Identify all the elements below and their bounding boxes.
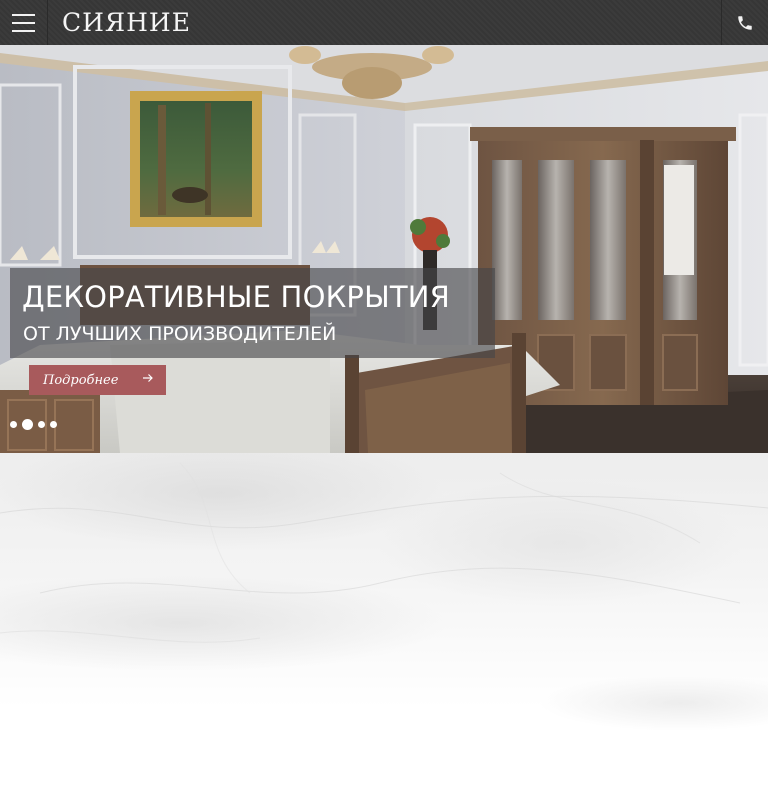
more-details-button[interactable]: Подробнее (29, 365, 166, 395)
slide-title: ДЕКОРАТИВНЫЕ ПОКРЫТИЯ (22, 280, 451, 314)
site-logo[interactable]: СИЯНИЕ (62, 0, 191, 45)
top-header: СИЯНИЕ (0, 0, 768, 45)
phone-glyph (738, 15, 752, 30)
hero-slider: ДЕКОРАТИВНЫЕ ПОКРЫТИЯ ОТ ЛУЧШИХ ПРОИЗВОД… (0, 45, 768, 453)
marble-texture-section (0, 453, 768, 793)
slide-subtitle: ОТ ЛУЧШИХ ПРОИЗВОДИТЕЛЕЙ (23, 323, 337, 345)
more-details-label: Подробнее (43, 372, 119, 388)
marble-veins (0, 462, 768, 643)
slider-dot-active[interactable] (22, 419, 33, 430)
hamburger-menu-icon[interactable] (0, 0, 48, 45)
menu-line (12, 13, 35, 16)
slider-dot[interactable] (38, 421, 45, 428)
slider-dot[interactable] (10, 421, 17, 428)
phone-icon[interactable] (721, 0, 768, 45)
slider-dot[interactable] (50, 421, 57, 428)
slider-pagination (10, 419, 57, 430)
arrow-right-icon (142, 372, 154, 388)
menu-line (12, 21, 35, 24)
menu-line (12, 29, 35, 32)
